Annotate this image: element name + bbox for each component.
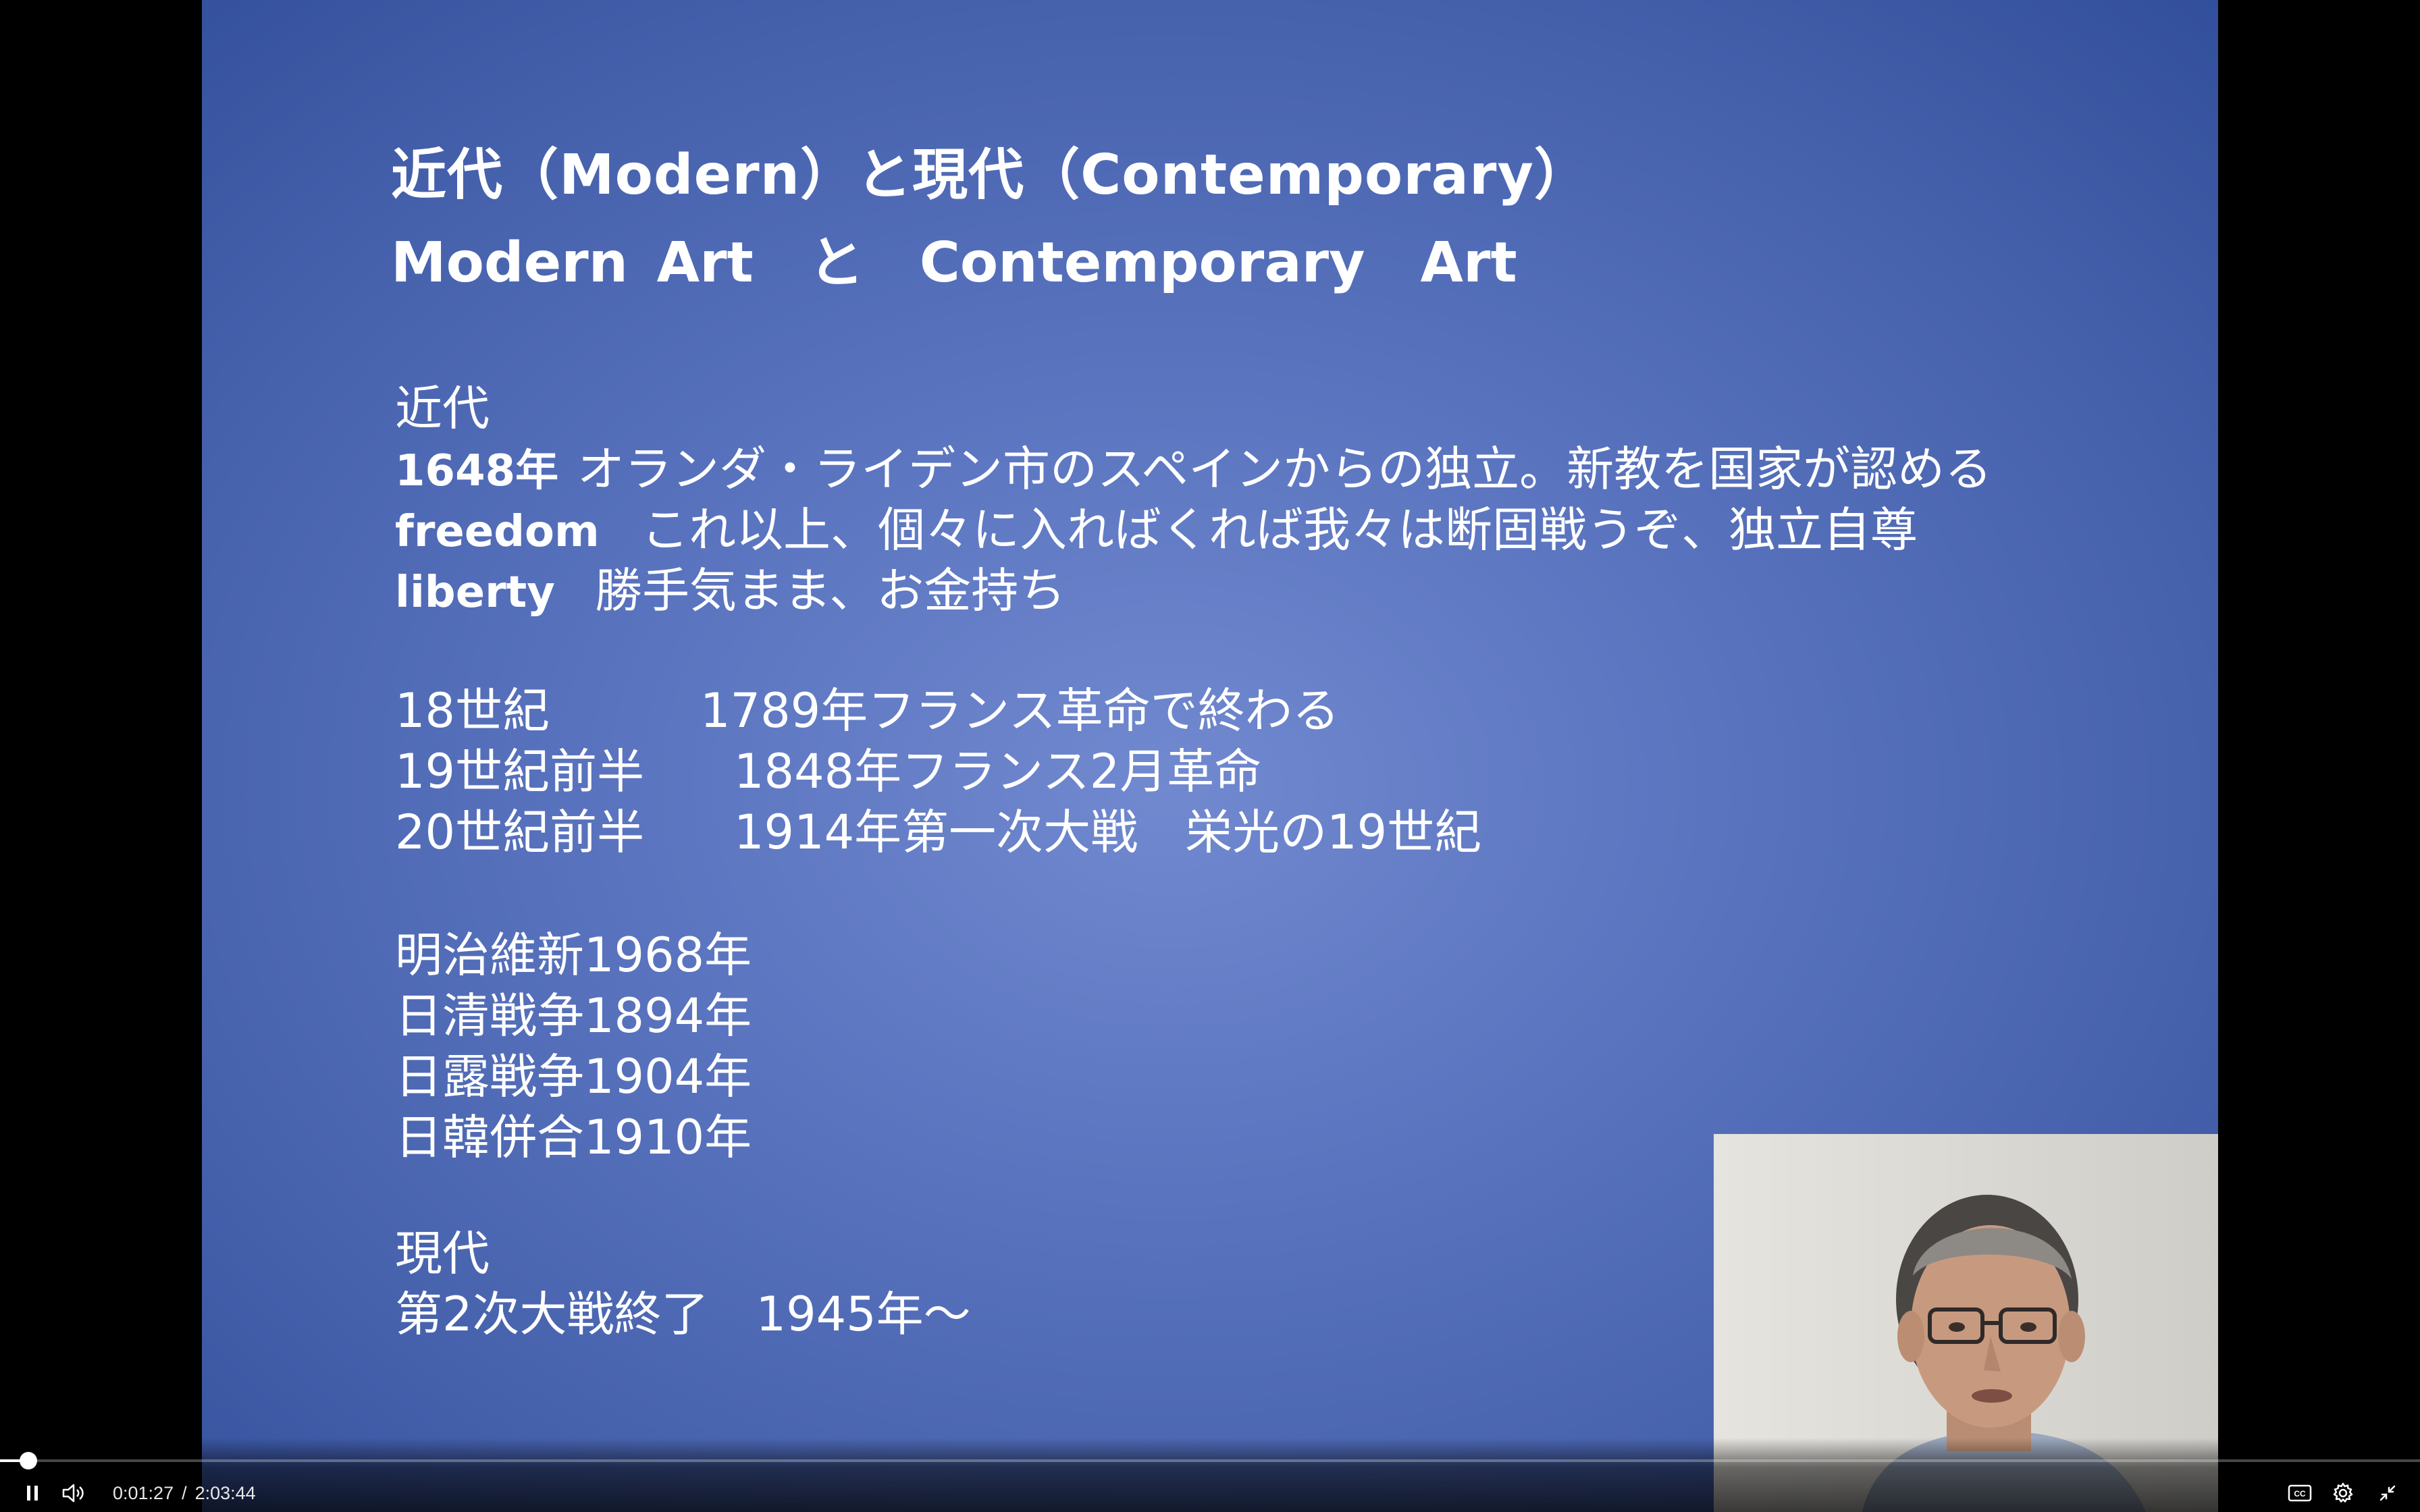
progress-scrubber-handle[interactable]	[20, 1452, 37, 1469]
current-time: 0:01:27	[113, 1483, 174, 1503]
gear-icon	[2333, 1482, 2353, 1503]
modern-section: 近代 1648年 オランダ・ライデン市のスペインからの独立。新教を国家が認める f…	[395, 378, 1992, 621]
era-row: 20世紀前半 1914年第一次大戦 栄光の19世紀	[395, 802, 1481, 863]
era-event: 1789年フランス革命で終わる	[700, 683, 1340, 738]
volume-button[interactable]	[61, 1480, 88, 1507]
definition-row: liberty 勝手気まま、お金持ち	[395, 560, 1992, 621]
play-pause-button[interactable]	[19, 1480, 46, 1507]
definition-text: オランダ・ライデン市のスペインからの独立。新教を国家が認める	[577, 441, 1993, 497]
era-row: 19世紀前半 1848年フランス2月革命	[395, 741, 1481, 802]
era-row: 18世紀 1789年フランス革命で終わる	[395, 680, 1481, 741]
time-separator: /	[182, 1483, 187, 1503]
contemporary-line: 第2次大戦終了 1945年～	[395, 1287, 971, 1342]
closed-captions-icon: CC	[2288, 1484, 2312, 1502]
exit-fullscreen-button[interactable]	[2374, 1480, 2401, 1507]
duration: 2:03:44	[194, 1483, 256, 1503]
svg-text:CC: CC	[2294, 1489, 2306, 1498]
definition-row: freedom これ以上、個々に入ればくれば我々は断固戦うぞ、独立自尊	[395, 500, 1992, 560]
definition-key: liberty	[395, 568, 555, 618]
slide-title: 近代（Modern）と現代（Contemporary）	[391, 143, 1590, 207]
time-display: 0:01:27 / 2:03:44	[113, 1481, 256, 1505]
settings-button[interactable]	[2330, 1480, 2357, 1507]
era-event: 1848年フランス2月革命	[734, 744, 1262, 799]
player-controls: 0:01:27 / 2:03:44 CC	[0, 1438, 2420, 1512]
era-event: 1914年第一次大戦 栄光の19世紀	[734, 805, 1482, 860]
japan-event: 明治維新1968年	[395, 927, 752, 983]
definition-key: 1648年	[395, 446, 559, 496]
definition-text: これ以上、個々に入ればくれば我々は断固戦うぞ、独立自尊	[641, 502, 1918, 558]
japan-event: 日露戦争1904年	[395, 1049, 752, 1104]
japan-event: 日韓併合1910年	[395, 1110, 752, 1165]
definition-text: 勝手気まま、お金持ち	[595, 563, 1066, 618]
pause-icon	[27, 1486, 38, 1501]
slide-subtitle: Modern Art と Contemporary Art	[391, 231, 1517, 295]
definition-row: 1648年 オランダ・ライデン市のスペインからの独立。新教を国家が認める	[395, 439, 1992, 500]
video-player[interactable]: 近代（Modern）と現代（Contemporary） Modern Art と…	[0, 0, 2420, 1512]
era-label: 18世紀	[395, 683, 550, 738]
era-list: 18世紀 1789年フランス革命で終わる 19世紀前半 1848年フランス2月革命 …	[395, 680, 1481, 863]
era-label: 20世紀前半	[395, 805, 645, 860]
contemporary-heading: 現代	[395, 1226, 490, 1281]
modern-heading: 近代	[395, 381, 490, 436]
era-label: 19世紀前半	[395, 744, 645, 799]
volume-icon	[62, 1484, 84, 1503]
exit-fullscreen-icon	[2379, 1485, 2396, 1501]
japan-event: 日清戦争1894年	[395, 988, 752, 1044]
definition-key: freedom	[395, 507, 600, 557]
captions-button[interactable]: CC	[2286, 1480, 2313, 1507]
progress-bar[interactable]	[0, 1452, 2420, 1469]
japan-events-list: 明治維新1968年 日清戦争1894年 日露戦争1904年 日韓併合1910年	[395, 925, 752, 1168]
contemporary-section: 現代 第2次大戦終了 1945年～	[395, 1223, 971, 1345]
